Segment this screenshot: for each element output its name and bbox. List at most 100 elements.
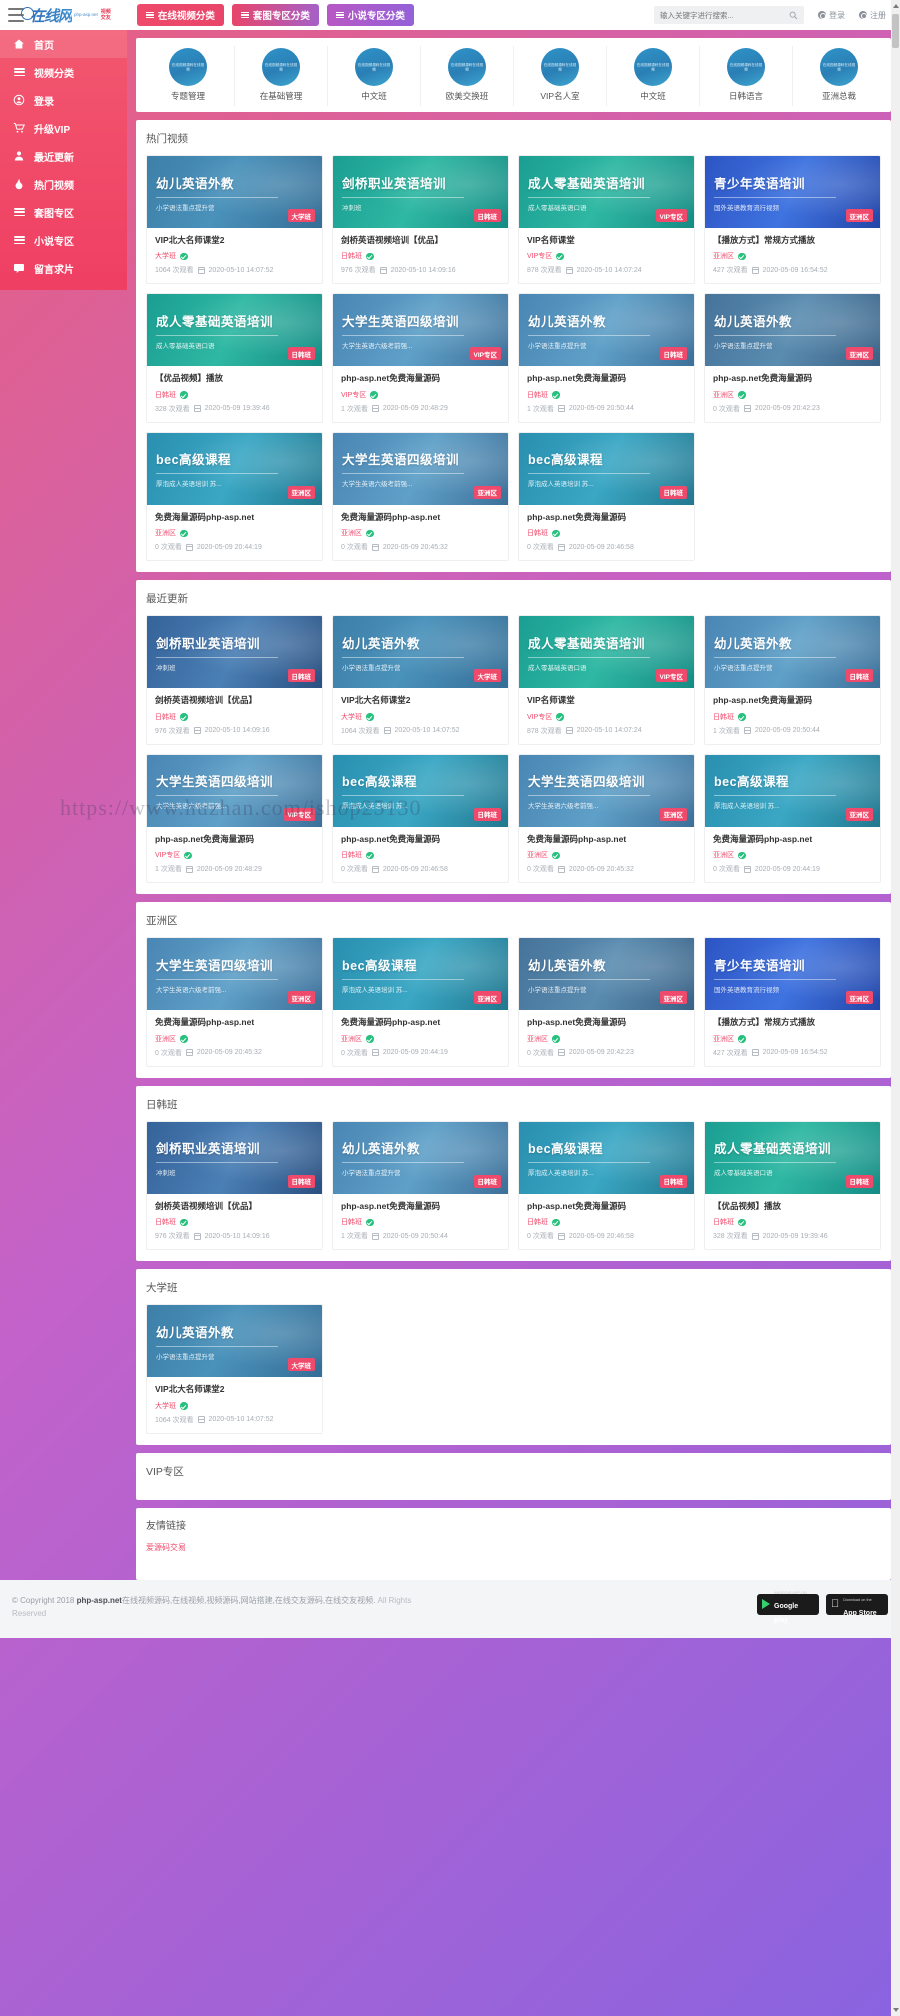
search-box[interactable] <box>654 6 804 24</box>
category-item-6[interactable]: 在线视频源码在线视频 日韩语言 <box>700 46 793 106</box>
footer-desc: 在线视频源码,在线视频,视频源码,网站搭建,在线交友源码,在线交友视频. <box>121 1595 376 1605</box>
card-thumbnail[interactable]: 幼儿英语外教 小学语法重点提升营 亚洲区 <box>705 294 880 367</box>
video-card[interactable]: bec高级课程 厚泡成人英语培训 苏... 亚洲区 免费海量源码php-asp.net… <box>332 937 509 1067</box>
scrollbar-thumb[interactable] <box>892 14 899 48</box>
search-input[interactable] <box>660 10 789 20</box>
app-store-badge[interactable]:  Download on the App Store <box>826 1593 888 1617</box>
page-scrollbar[interactable] <box>891 0 900 2016</box>
card-category-label: 亚洲区 <box>713 852 734 860</box>
card-thumbnail[interactable]: 青少年英语培训 国外英语教育流行视频 亚洲区 <box>705 938 880 1011</box>
card-thumbnail[interactable]: bec高级课程 厚泡成人英语培训 苏... 亚洲区 <box>333 938 508 1011</box>
category-thumbnail-icon: 在线视频源码在线视频 <box>262 48 300 86</box>
category-item-4[interactable]: 在线视频源码在线视频 VIP名人室 <box>514 46 607 106</box>
card-thumbnail[interactable]: 青少年英语培训 国外英语教育流行视频 亚洲区 <box>705 156 880 228</box>
card-thumbnail[interactable]: 大学生英语四级培训 大学生英语六级考前强... 亚洲区 <box>333 432 508 505</box>
video-card[interactable]: 幼儿英语外教 小学语法重点提升营 亚洲区 php-asp.net免费海量源码 亚洲区 0 … <box>518 937 695 1067</box>
video-card[interactable]: 幼儿英语外教 小学语法重点提升营 亚洲区 php-asp.net免费海量源码 亚洲区 0 … <box>704 293 881 423</box>
video-card[interactable]: 成人零基础英语培训 成人零基础英语口语 日韩班 【优品视频】播放 日韩班 328 次观看 2… <box>146 293 323 423</box>
video-card[interactable]: 成人零基础英语培训 成人零基础英语口语 VIP专区 VIP名师课堂 VIP专区 878 次… <box>518 615 695 745</box>
sidebar-item-0[interactable]: 首页 <box>0 30 127 58</box>
thumbnail-tag-badge: 日韩班 <box>473 807 501 821</box>
sidebar-item-4[interactable]: 最近更新 <box>0 142 127 170</box>
category-item-0[interactable]: 在线视频源码在线视频 专题管理 <box>142 46 235 106</box>
scroll-down-arrow-icon[interactable] <box>893 2008 899 2012</box>
thumbnail-tag-badge: VIP专区 <box>655 209 687 222</box>
category-item-2[interactable]: 在线视频源码在线视频 中文班 <box>328 46 421 106</box>
sidebar-item-1[interactable]: 视频分类 <box>0 58 127 86</box>
register-link[interactable]: 注册 <box>859 10 886 21</box>
thumbnail-divider <box>528 1162 651 1164</box>
card-thumbnail[interactable]: 成人零基础英语培训 成人零基础英语口语 日韩班 <box>705 1121 880 1194</box>
card-thumbnail[interactable]: 幼儿英语外教 小学语法重点提升营 大学班 <box>333 616 508 689</box>
video-card[interactable]: 大学生英语四级培训 大学生英语六级考前强... 亚洲区 免费海量源码php-asp.n… <box>518 753 695 884</box>
video-card[interactable]: 幼儿英语外教 小学语法重点提升营 大学班 VIP北大名师课堂2 大学班 1064 次观看 2… <box>146 1304 323 1434</box>
sidebar-item-7[interactable]: 小说专区 <box>0 226 127 254</box>
video-card[interactable]: 剑桥职业英语培训 冲刺班 日韩班 剑桥英语视频培训【优品】 日韩班 976 次观看 2020… <box>146 1120 323 1251</box>
video-card[interactable]: 青少年英语培训 国外英语教育流行视频 亚洲区 【播放方式】常规方式播放 亚洲区 427 次… <box>704 937 881 1067</box>
card-thumbnail[interactable]: 成人零基础英语培训 成人零基础英语口语 日韩班 <box>147 294 322 367</box>
card-thumbnail[interactable]: 幼儿英语外教 小学语法重点提升营 日韩班 <box>333 1121 508 1194</box>
card-thumbnail[interactable]: 大学生英语四级培训 大学生英语六级考前强... 亚洲区 <box>147 938 322 1011</box>
video-card[interactable]: 青少年英语培训 国外英语教育流行视频 亚洲区 【播放方式】常规方式播放 亚洲区 427 次… <box>704 155 881 285</box>
video-card[interactable]: 大学生英语四级培训 大学生英语六级考前强... 亚洲区 免费海量源码php-asp.n… <box>332 431 509 562</box>
scroll-up-arrow-icon[interactable] <box>893 4 899 8</box>
sidebar-item-8[interactable]: 留言求片 <box>0 254 127 282</box>
video-card[interactable]: 幼儿英语外教 小学语法重点提升营 大学班 VIP北大名师课堂2 大学班 1064 次观看 2… <box>332 615 509 745</box>
card-thumbnail[interactable]: bec高级课程 厚泡成人英语培训 苏... 亚洲区 <box>705 754 880 827</box>
video-card[interactable]: 幼儿英语外教 小学语法重点提升营 日韩班 php-asp.net免费海量源码 日韩班 1 … <box>332 1120 509 1251</box>
video-card[interactable]: 剑桥职业英语培训 冲刺班 日韩班 剑桥英语视频培训【优品】 日韩班 976 次观看 2020… <box>332 155 509 285</box>
video-card[interactable]: 剑桥职业英语培训 冲刺班 日韩班 剑桥英语视频培训【优品】 日韩班 976 次观看 2020… <box>146 615 323 745</box>
google-play-badge[interactable]: ANDROID APP ON Google play <box>757 1591 819 1624</box>
card-thumbnail[interactable]: 剑桥职业英语培训 冲刺班 日韩班 <box>333 156 508 228</box>
card-thumbnail[interactable]: 幼儿英语外教 小学语法重点提升营 日韩班 <box>519 294 694 367</box>
card-thumbnail[interactable]: 剑桥职业英语培训 冲刺班 日韩班 <box>147 616 322 689</box>
card-view-count: 976 次观看 <box>155 1233 190 1241</box>
category-thumbnail-icon: 在线视频源码在线视频 <box>727 48 765 86</box>
site-logo[interactable]: 在线网 php-asp.net 视频 交友 <box>20 0 111 30</box>
friend-link[interactable]: 爱源码交易 <box>146 1542 188 1554</box>
category-item-1[interactable]: 在线视频源码在线视频 在基础管理 <box>235 46 328 106</box>
card-thumbnail[interactable]: 剑桥职业英语培训 冲刺班 日韩班 <box>147 1121 322 1194</box>
card-thumbnail[interactable]: 成人零基础英语培训 成人零基础英语口语 VIP专区 <box>519 156 694 228</box>
card-thumbnail[interactable]: 幼儿英语外教 小学语法重点提升营 大学班 <box>147 156 322 228</box>
card-thumbnail[interactable]: 大学生英语四级培训 大学生英语六级考前强... VIP专区 <box>333 294 508 367</box>
card-thumbnail[interactable]: 幼儿英语外教 小学语法重点提升营 日韩班 <box>705 616 880 689</box>
category-item-5[interactable]: 在线视频源码在线视频 中文班 <box>607 46 700 106</box>
nav-button-video-categories[interactable]: 在线视频分类 <box>136 4 224 26</box>
card-view-count: 0 次观看 <box>527 866 554 874</box>
video-card[interactable]: bec高级课程 厚泡成人英语培训 苏... 日韩班 php-asp.net免费海量源码… <box>518 1120 695 1251</box>
video-card[interactable]: 幼儿英语外教 小学语法重点提升营 日韩班 php-asp.net免费海量源码 日韩班 1 … <box>518 293 695 423</box>
video-card[interactable]: 成人零基础英语培训 成人零基础英语口语 日韩班 【优品视频】播放 日韩班 328 次观看 2… <box>704 1120 881 1251</box>
login-link[interactable]: 登录 <box>818 10 845 21</box>
search-icon[interactable] <box>789 11 798 20</box>
video-card[interactable]: 大学生英语四级培训 大学生英语六级考前强... VIP专区 php-asp.net免费… <box>332 293 509 423</box>
card-thumbnail[interactable]: 成人零基础英语培训 成人零基础英语口语 VIP专区 <box>519 616 694 689</box>
video-card[interactable]: bec高级课程 厚泡成人英语培训 苏... 亚洲区 免费海量源码php-asp.net… <box>146 431 323 562</box>
video-card[interactable]: 幼儿英语外教 小学语法重点提升营 大学班 VIP北大名师课堂2 大学班 1064 次观看 2… <box>146 155 323 285</box>
category-item-7[interactable]: 在线视频源码在线视频 亚洲总裁 <box>793 46 885 106</box>
card-thumbnail[interactable]: bec高级课程 厚泡成人英语培训 苏... 亚洲区 <box>147 432 322 505</box>
card-thumbnail[interactable]: 大学生英语四级培训 大学生英语六级考前强... 亚洲区 <box>519 754 694 827</box>
card-thumbnail[interactable]: 幼儿英语外教 小学语法重点提升营 亚洲区 <box>519 938 694 1011</box>
card-thumbnail[interactable]: bec高级课程 厚泡成人英语培训 苏... 日韩班 <box>333 754 508 827</box>
video-card[interactable]: bec高级课程 厚泡成人英语培训 苏... 亚洲区 免费海量源码php-asp.net… <box>704 753 881 884</box>
video-card[interactable]: 幼儿英语外教 小学语法重点提升营 日韩班 php-asp.net免费海量源码 日韩班 1 … <box>704 615 881 745</box>
sidebar-item-2[interactable]: 登录 <box>0 86 127 114</box>
video-card[interactable]: bec高级课程 厚泡成人英语培训 苏... 日韩班 php-asp.net免费海量源码… <box>332 753 509 884</box>
sidebar-item-5[interactable]: 热门视频 <box>0 170 127 198</box>
card-thumbnail[interactable]: 幼儿英语外教 小学语法重点提升营 大学班 <box>147 1305 322 1378</box>
video-card[interactable]: 成人零基础英语培训 成人零基础英语口语 VIP专区 VIP名师课堂 VIP专区 878 次… <box>518 155 695 285</box>
nav-button-album-categories[interactable]: 套图专区分类 <box>231 4 319 26</box>
verified-check-icon <box>366 252 374 261</box>
video-card[interactable]: 大学生英语四级培训 大学生英语六级考前强... VIP专区 php-asp.net免费… <box>146 753 323 884</box>
calendar-icon <box>751 266 759 274</box>
card-thumbnail[interactable]: 大学生英语四级培训 大学生英语六级考前强... VIP专区 <box>147 754 322 827</box>
sidebar-item-3[interactable]: 升级VIP <box>0 114 127 142</box>
category-item-3[interactable]: 在线视频源码在线视频 欧美交换班 <box>421 46 514 106</box>
sidebar-item-6[interactable]: 套图专区 <box>0 198 127 226</box>
card-thumbnail[interactable]: bec高级课程 厚泡成人英语培训 苏... 日韩班 <box>519 432 694 505</box>
card-thumbnail[interactable]: bec高级课程 厚泡成人英语培训 苏... 日韩班 <box>519 1121 694 1194</box>
video-card[interactable]: 大学生英语四级培训 大学生英语六级考前强... 亚洲区 免费海量源码php-asp.n… <box>146 937 323 1067</box>
nav-button-novel-categories[interactable]: 小说专区分类 <box>326 4 414 26</box>
video-card[interactable]: bec高级课程 厚泡成人英语培训 苏... 日韩班 php-asp.net免费海量源码… <box>518 431 695 562</box>
